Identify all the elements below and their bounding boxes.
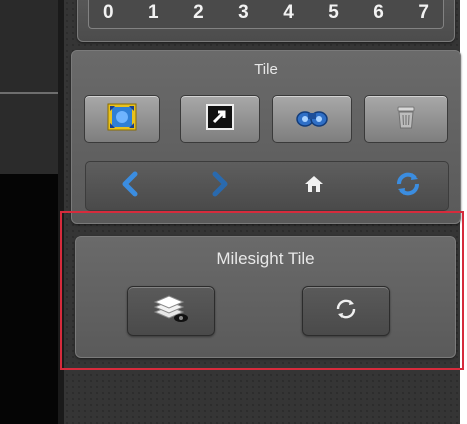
refresh-button[interactable] [392, 170, 424, 202]
tile-title: Tile [254, 61, 278, 78]
preset-6-button[interactable]: 6 [373, 3, 384, 22]
navigation-bar [85, 161, 449, 211]
chevron-right-icon [210, 171, 230, 202]
left-pane [0, 0, 64, 424]
popout-window-icon [206, 103, 234, 135]
preset-0-button[interactable]: 0 [103, 3, 114, 22]
back-button[interactable] [114, 170, 146, 202]
preset-4-button[interactable]: 4 [283, 3, 294, 22]
trash-icon [396, 104, 416, 135]
loop-button[interactable] [302, 286, 390, 336]
binoculars-icon [296, 107, 328, 132]
preset-group: 0 1 2 3 4 5 6 7 [77, 0, 455, 42]
home-button[interactable] [298, 170, 330, 202]
left-pane-middle [0, 94, 64, 174]
video-view-area[interactable] [0, 174, 64, 424]
layers-view-button[interactable] [127, 286, 215, 336]
popout-window-button[interactable] [180, 95, 260, 143]
chevron-left-icon [120, 171, 140, 202]
layers-view-icon [151, 294, 191, 329]
tile-group: Tile [71, 50, 461, 224]
binoculars-button[interactable] [272, 95, 352, 143]
milesight-tile-title: Milesight Tile [216, 249, 315, 268]
delete-button[interactable] [364, 95, 448, 143]
home-icon [304, 175, 324, 198]
preset-7-button[interactable]: 7 [418, 3, 429, 22]
preset-3-button[interactable]: 3 [238, 3, 249, 22]
preset-2-button[interactable]: 2 [193, 3, 204, 22]
loop-icon [333, 296, 359, 327]
forward-button[interactable] [204, 170, 236, 202]
preset-number-bar: 0 1 2 3 4 5 6 7 [88, 0, 444, 29]
refresh-icon [394, 170, 422, 203]
preset-5-button[interactable]: 5 [328, 3, 339, 22]
fit-screen-button[interactable] [84, 95, 160, 143]
fit-screen-icon [107, 103, 137, 136]
left-pane-upper [0, 0, 64, 92]
milesight-tile-group: Milesight Tile [75, 236, 456, 358]
preset-1-button[interactable]: 1 [148, 3, 159, 22]
